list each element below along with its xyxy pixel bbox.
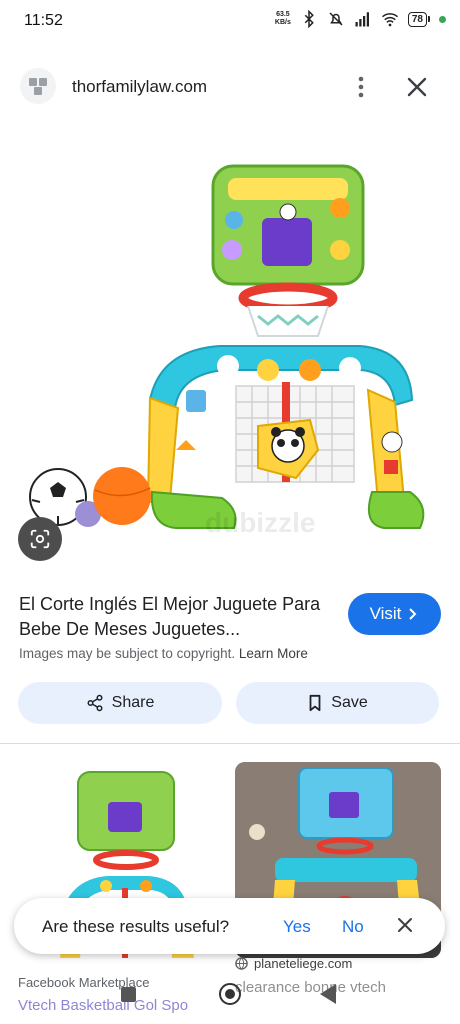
recent-apps-icon[interactable]	[121, 987, 136, 1002]
close-icon[interactable]	[402, 72, 432, 102]
back-icon[interactable]	[320, 984, 336, 1004]
main-image[interactable]: dubizzle	[0, 150, 460, 570]
signal-icon	[355, 12, 369, 27]
visit-button[interactable]: Visit	[348, 593, 441, 635]
hoop-rim	[238, 282, 338, 314]
feedback-close-icon[interactable]	[394, 914, 416, 936]
feedback-question: Are these results useful?	[42, 917, 230, 936]
share-button[interactable]: Share	[18, 682, 222, 724]
site-favicon	[20, 68, 56, 104]
save-button[interactable]: Save	[236, 682, 439, 724]
chevron-right-icon	[409, 608, 417, 620]
share-icon	[87, 694, 103, 712]
feedback-popup: Are these results useful? Yes No	[14, 898, 445, 954]
copyright-notice: Images may be subject to copyright. Lear…	[19, 646, 308, 661]
save-label: Save	[331, 694, 368, 711]
system-nav-bar	[0, 968, 460, 1024]
status-time: 11:52	[24, 12, 63, 29]
copyright-text: Images may be subject to copyright.	[19, 646, 236, 661]
feedback-no-button[interactable]: No	[342, 917, 364, 937]
image-watermark: dubizzle	[205, 507, 315, 538]
lens-button[interactable]	[18, 517, 62, 561]
network-speed: 63.5 KB/s	[275, 11, 291, 27]
result-title[interactable]: El Corte Inglés El Mejor Juguete Para Be…	[19, 592, 329, 642]
network-speed-unit: KB/s	[274, 19, 291, 26]
bluetooth-icon	[304, 10, 314, 28]
network-speed-value: 63.5	[276, 11, 290, 18]
learn-more-link[interactable]: Learn More	[239, 646, 308, 661]
share-label: Share	[111, 694, 155, 711]
more-options-icon[interactable]	[346, 72, 376, 102]
battery-icon: 78	[407, 11, 430, 27]
viewer-header: thorfamilylaw.com	[0, 62, 460, 112]
site-name[interactable]: thorfamilylaw.com	[72, 77, 207, 97]
section-divider	[0, 743, 460, 744]
mute-icon	[329, 12, 343, 26]
status-bar: 11:52 63.5 KB/s 78	[0, 0, 460, 44]
lens-icon	[30, 529, 50, 549]
battery-level: 78	[407, 11, 427, 27]
feedback-yes-button[interactable]: Yes	[283, 917, 311, 937]
visit-label: Visit	[369, 604, 402, 623]
privacy-indicator	[439, 15, 446, 23]
home-icon[interactable]	[219, 983, 241, 1005]
wifi-icon	[381, 13, 398, 27]
bookmark-icon	[309, 694, 321, 712]
